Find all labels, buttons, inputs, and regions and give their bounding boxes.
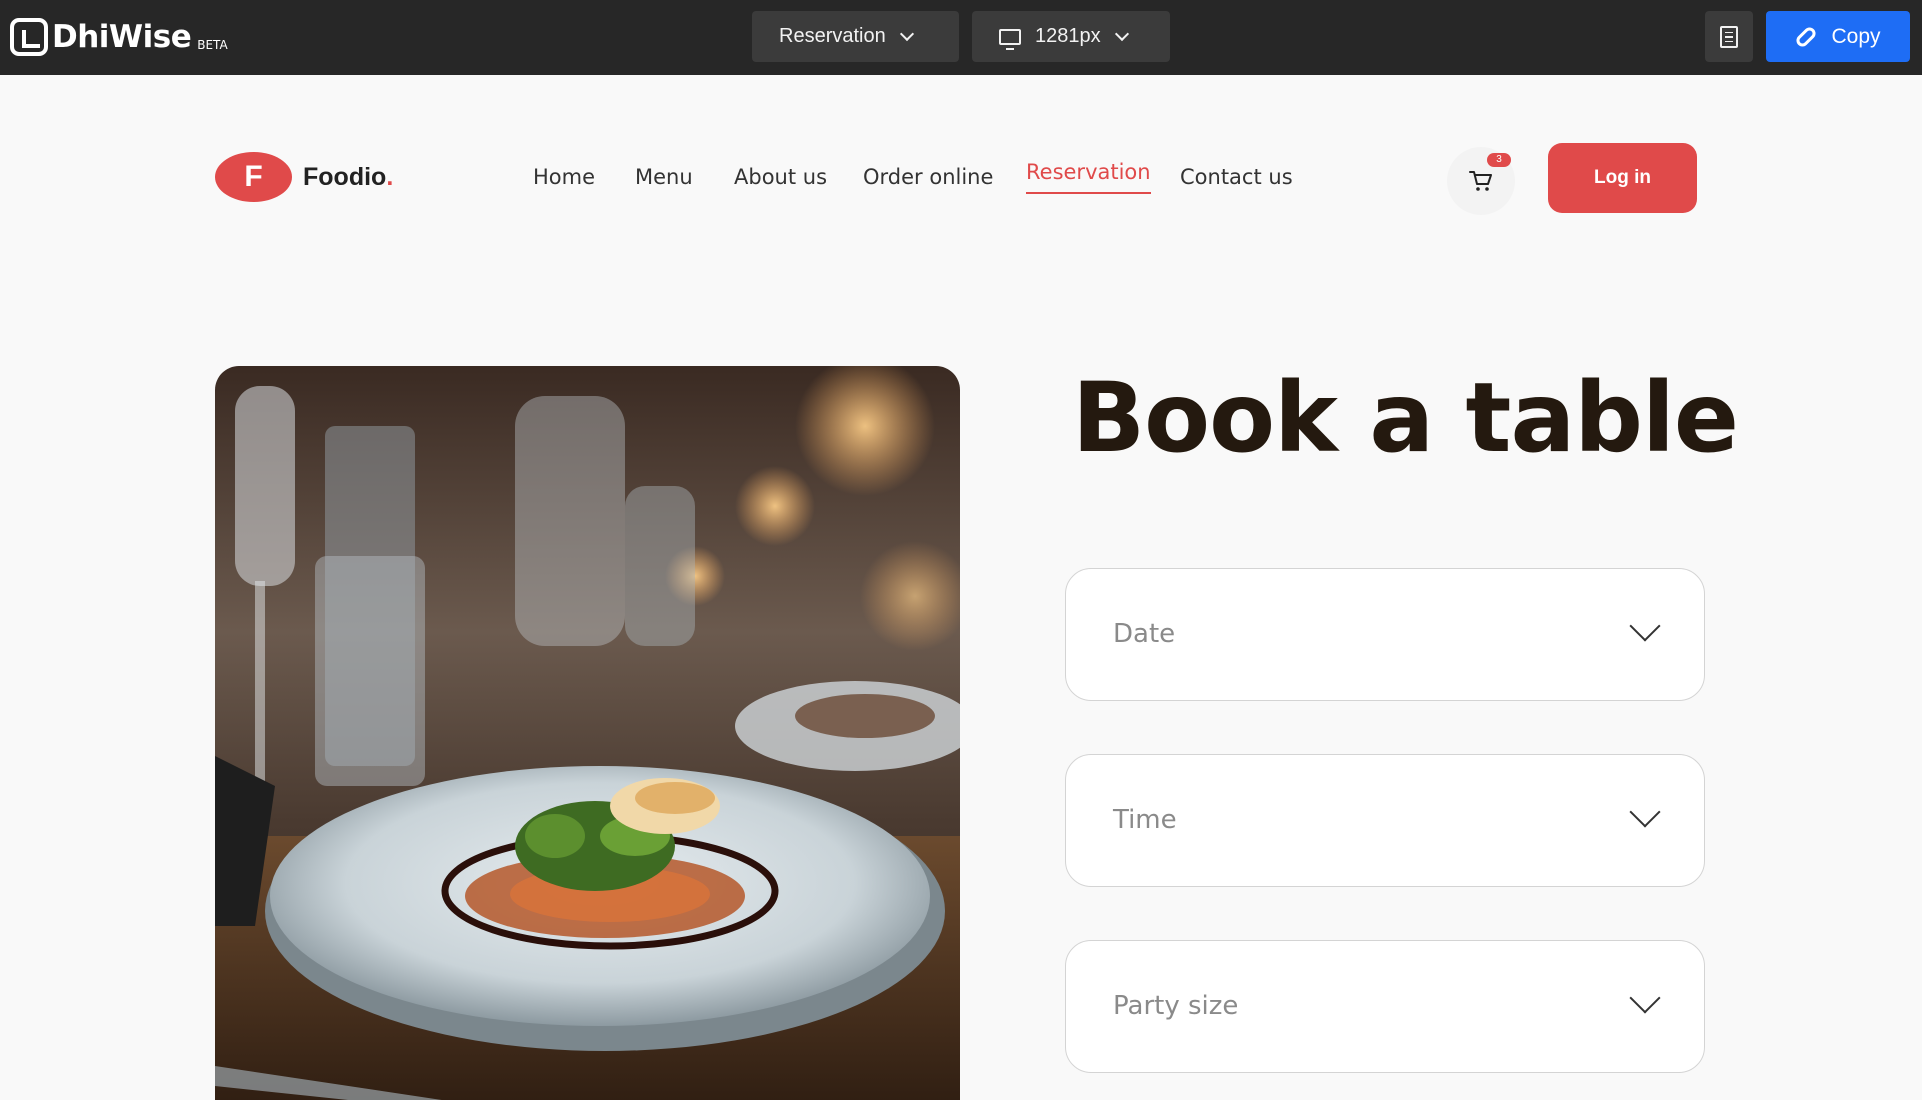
cart-button[interactable]: 3	[1447, 147, 1515, 215]
chevron-down-icon	[1629, 982, 1661, 1014]
logo-badge: F	[215, 152, 292, 202]
editor-toolbar: DhiWise BETA Reservation 1281px Copy	[0, 0, 1922, 75]
cart-icon	[1469, 171, 1492, 191]
copy-label: Copy	[1831, 24, 1881, 48]
chevron-down-icon	[899, 26, 914, 41]
device-width-value: 1281px	[1035, 25, 1101, 47]
screen-select[interactable]: Reservation	[752, 11, 959, 62]
plated-dish-photo	[215, 366, 960, 1100]
nav-item-contact-us[interactable]: Contact us	[1180, 165, 1293, 189]
restaurant-dish-image	[215, 366, 960, 1100]
nav-item-order-online[interactable]: Order online	[863, 165, 993, 189]
party-size-select[interactable]: Party size	[1065, 940, 1705, 1073]
code-view-button[interactable]	[1705, 11, 1753, 62]
copy-link-button[interactable]: Copy	[1766, 11, 1910, 62]
party-size-select-label: Party size	[1113, 991, 1239, 1021]
nav-item-menu[interactable]: Menu	[635, 165, 693, 189]
date-select[interactable]: Date	[1065, 568, 1705, 701]
dhiwise-logo[interactable]: DhiWise BETA	[10, 16, 228, 56]
logo-dot: .	[386, 162, 394, 191]
nav-item-home[interactable]: Home	[533, 165, 595, 189]
nav-item-reservation[interactable]: Reservation	[1026, 160, 1151, 194]
page-heading: Book a table	[1072, 362, 1739, 474]
screen-select-value: Reservation	[779, 25, 886, 47]
preview-page: F Foodio. Home Menu About us Order onlin…	[0, 75, 1922, 1100]
login-button[interactable]: Log in	[1548, 143, 1697, 213]
chevron-down-icon	[1114, 26, 1129, 41]
logo-text: Foodio.	[303, 163, 393, 192]
brand-name: DhiWise	[52, 19, 192, 55]
beta-tag: BETA	[197, 38, 228, 52]
monitor-icon	[999, 28, 1021, 50]
logo-name: Foodio	[303, 162, 387, 191]
time-select[interactable]: Time	[1065, 754, 1705, 887]
document-icon	[1720, 25, 1738, 48]
time-select-label: Time	[1113, 805, 1177, 835]
date-select-label: Date	[1113, 619, 1176, 649]
device-width-select[interactable]: 1281px	[972, 11, 1170, 62]
chevron-down-icon	[1629, 610, 1661, 642]
site-logo[interactable]: F Foodio.	[215, 152, 393, 202]
dhiwise-logo-icon	[10, 18, 48, 56]
chevron-down-icon	[1629, 796, 1661, 828]
nav-item-about-us[interactable]: About us	[734, 165, 827, 189]
cart-count-badge: 3	[1487, 153, 1511, 167]
link-icon	[1794, 24, 1819, 49]
